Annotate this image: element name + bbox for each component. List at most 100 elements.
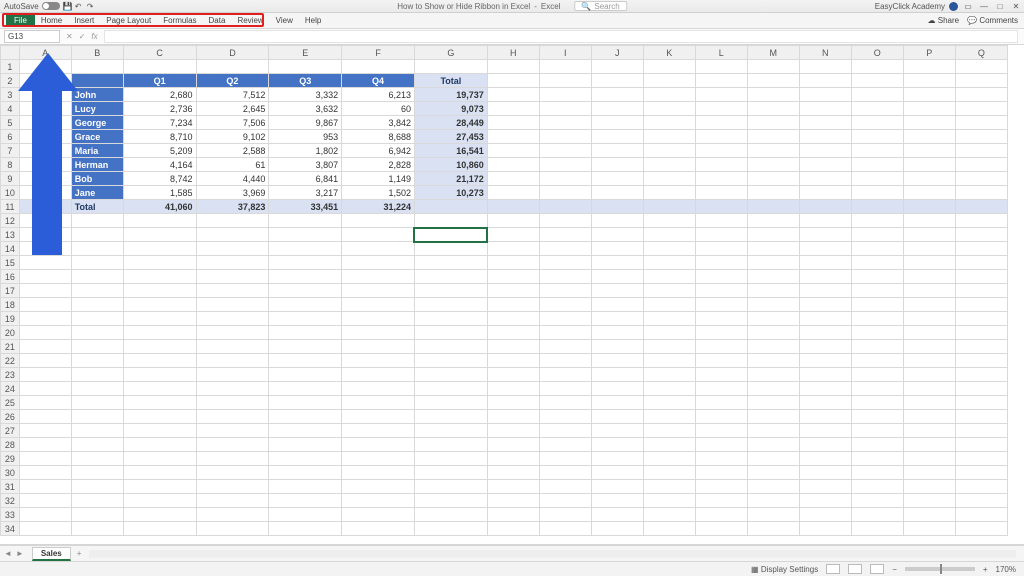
- cell[interactable]: [539, 60, 591, 74]
- cell[interactable]: [487, 74, 539, 88]
- cell[interactable]: [747, 144, 799, 158]
- cell[interactable]: [71, 228, 123, 242]
- cell[interactable]: [414, 494, 487, 508]
- cell[interactable]: [591, 88, 643, 102]
- cell[interactable]: [851, 326, 903, 340]
- cell[interactable]: 1,502: [342, 186, 415, 200]
- cell[interactable]: [414, 438, 487, 452]
- cell[interactable]: [955, 368, 1007, 382]
- cell[interactable]: [591, 200, 643, 214]
- row-header[interactable]: 33: [1, 508, 20, 522]
- cell[interactable]: [342, 382, 415, 396]
- col-header[interactable]: J: [591, 46, 643, 60]
- cell[interactable]: [955, 74, 1007, 88]
- cell[interactable]: [799, 116, 851, 130]
- cell[interactable]: [539, 438, 591, 452]
- col-header[interactable]: O: [851, 46, 903, 60]
- cell[interactable]: [643, 172, 695, 186]
- cell[interactable]: [903, 438, 955, 452]
- cell[interactable]: [591, 452, 643, 466]
- cell[interactable]: [71, 480, 123, 494]
- cell[interactable]: [695, 354, 747, 368]
- cell[interactable]: [123, 256, 196, 270]
- cell[interactable]: [269, 214, 342, 228]
- cell[interactable]: [591, 60, 643, 74]
- row-header[interactable]: 27: [1, 424, 20, 438]
- cell[interactable]: [269, 508, 342, 522]
- cell[interactable]: [799, 298, 851, 312]
- cell[interactable]: [747, 298, 799, 312]
- cell[interactable]: [747, 74, 799, 88]
- cell[interactable]: [71, 438, 123, 452]
- cell[interactable]: [342, 466, 415, 480]
- cell[interactable]: [196, 340, 269, 354]
- cell[interactable]: [591, 102, 643, 116]
- cell[interactable]: [851, 368, 903, 382]
- cell[interactable]: [851, 102, 903, 116]
- cell[interactable]: Herman: [71, 158, 123, 172]
- cell[interactable]: [539, 116, 591, 130]
- cell[interactable]: [747, 284, 799, 298]
- cell[interactable]: [695, 284, 747, 298]
- cell[interactable]: [799, 186, 851, 200]
- cell[interactable]: [487, 368, 539, 382]
- tab-data[interactable]: Data: [203, 14, 232, 27]
- cell[interactable]: [903, 270, 955, 284]
- cell[interactable]: [591, 396, 643, 410]
- cell[interactable]: [71, 326, 123, 340]
- cell[interactable]: [19, 158, 71, 172]
- cell[interactable]: [19, 214, 71, 228]
- cell[interactable]: [342, 494, 415, 508]
- cell[interactable]: [955, 298, 1007, 312]
- cell[interactable]: [955, 382, 1007, 396]
- cell[interactable]: [487, 158, 539, 172]
- cell[interactable]: [591, 284, 643, 298]
- cell[interactable]: [799, 214, 851, 228]
- cell[interactable]: [19, 438, 71, 452]
- cell[interactable]: [851, 494, 903, 508]
- cell[interactable]: [955, 508, 1007, 522]
- cell[interactable]: [955, 522, 1007, 536]
- cell[interactable]: [414, 508, 487, 522]
- sheet-tab-active[interactable]: Sales: [32, 547, 71, 561]
- cell[interactable]: [196, 60, 269, 74]
- cell[interactable]: 28,449: [414, 116, 487, 130]
- col-header[interactable]: M: [747, 46, 799, 60]
- cell[interactable]: [851, 340, 903, 354]
- cell[interactable]: George: [71, 116, 123, 130]
- cell[interactable]: [269, 410, 342, 424]
- cell[interactable]: [591, 298, 643, 312]
- cell[interactable]: 8,742: [123, 172, 196, 186]
- fx-icon[interactable]: fx: [91, 32, 97, 41]
- cell[interactable]: [799, 60, 851, 74]
- cell[interactable]: [747, 396, 799, 410]
- cell[interactable]: [747, 270, 799, 284]
- row-header[interactable]: 29: [1, 452, 20, 466]
- cell[interactable]: [19, 60, 71, 74]
- cell[interactable]: [19, 144, 71, 158]
- cell[interactable]: [269, 256, 342, 270]
- cell[interactable]: [955, 60, 1007, 74]
- cell[interactable]: [539, 186, 591, 200]
- cell[interactable]: [799, 438, 851, 452]
- view-page-break-icon[interactable]: [870, 564, 884, 574]
- cell[interactable]: [851, 452, 903, 466]
- cell[interactable]: [591, 438, 643, 452]
- cell[interactable]: 8,710: [123, 130, 196, 144]
- cell[interactable]: 9,073: [414, 102, 487, 116]
- cell[interactable]: [955, 284, 1007, 298]
- close-icon[interactable]: ✕: [1010, 1, 1022, 11]
- cell[interactable]: [269, 368, 342, 382]
- row-header[interactable]: 17: [1, 284, 20, 298]
- cell[interactable]: [851, 214, 903, 228]
- cell[interactable]: [799, 256, 851, 270]
- cell[interactable]: [71, 466, 123, 480]
- cell[interactable]: [747, 424, 799, 438]
- cell[interactable]: [955, 144, 1007, 158]
- cell[interactable]: [851, 480, 903, 494]
- cell[interactable]: [342, 452, 415, 466]
- cell[interactable]: [539, 172, 591, 186]
- cell[interactable]: 10,273: [414, 186, 487, 200]
- cell[interactable]: 3,807: [269, 158, 342, 172]
- cell[interactable]: [269, 326, 342, 340]
